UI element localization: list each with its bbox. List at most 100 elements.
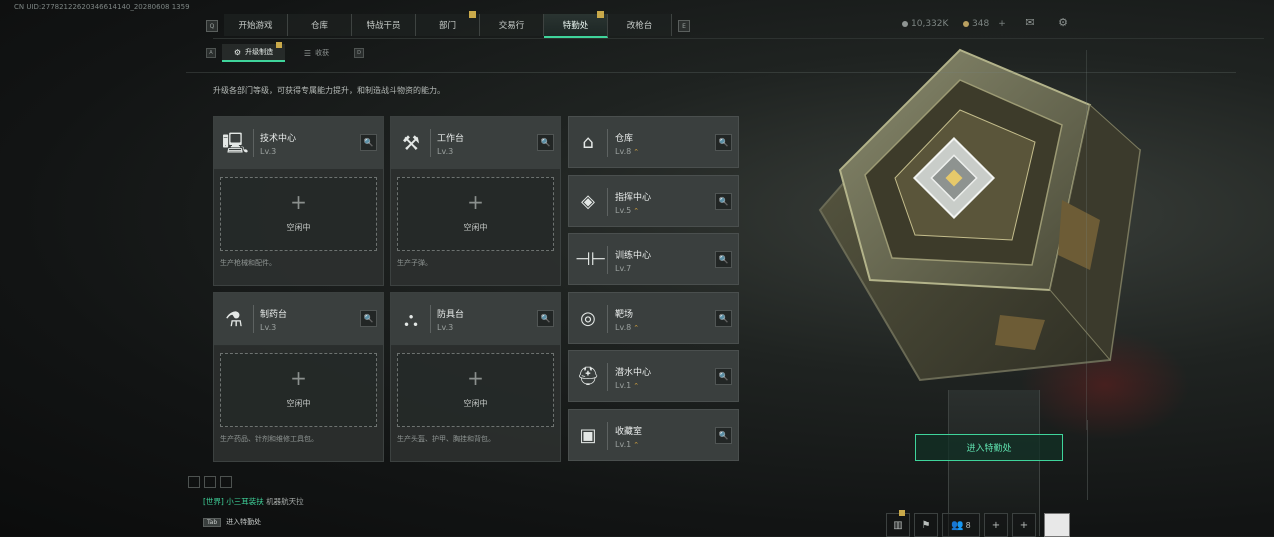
sub-nav: A ⚙ 升级制造 ☰ 收获 D (200, 42, 370, 62)
search-icon[interactable]: 🔍 (715, 310, 732, 327)
mail-icon[interactable]: ✉ (1024, 17, 1036, 28)
ticket-amount: 348 (972, 19, 990, 29)
facility-level: Lv.7 (615, 264, 632, 273)
tab-label: 部门 (438, 21, 456, 31)
station-name: 工作台 (437, 134, 465, 144)
tab-hint-label: 进入特勤处 (226, 518, 262, 526)
subnav-key-right[interactable]: D (354, 48, 364, 58)
station-card-workbench[interactable]: ⚒ 工作台 Lv.3 🔍 + 空闲中 生产子弹。 (390, 116, 561, 286)
production-slot[interactable]: + 空闲中 (397, 177, 554, 251)
tab-0[interactable]: 开始游戏 (224, 14, 288, 36)
chat-text: 机器航天拉 (266, 497, 304, 506)
armor-icon: ⛬ (404, 307, 418, 331)
add-icon: + (290, 366, 307, 390)
production-slot[interactable]: + 空闲中 (220, 353, 377, 427)
station-produces: 生产药品、针剂和维修工具包。 (220, 435, 318, 443)
upgrade-arrow-icon: ⌃ (633, 148, 640, 156)
facility-name: 训练中心 (615, 251, 652, 261)
slot-status: 空闲中 (463, 399, 488, 408)
facility-dive[interactable]: ⛑ 潜水中心 Lv.1 ⌃ 🔍 (568, 350, 739, 402)
add-currency-button[interactable]: + (998, 19, 1006, 29)
guide-line (186, 72, 1236, 73)
plus-icon: + (991, 519, 1001, 531)
station-name: 防具台 (437, 310, 465, 320)
station-produces: 生产子弹。 (397, 259, 432, 267)
divider (607, 188, 608, 216)
tab-6[interactable]: 改枪台 (608, 14, 672, 36)
nav-key-right[interactable]: E (678, 20, 690, 32)
tab-label: 特战干员 (366, 21, 401, 31)
avatar[interactable] (1044, 513, 1070, 537)
coin-amount: 10,332K (911, 19, 949, 29)
tab-upgrade-craft[interactable]: ⚙ 升级制造 (222, 42, 285, 62)
station-level: Lv.3 (437, 323, 454, 332)
search-icon[interactable]: 🔍 (715, 251, 732, 268)
facility-warehouse[interactable]: ⌂ 仓库 Lv.8 ⌃ 🔍 (568, 116, 739, 168)
search-icon[interactable]: 🔍 (360, 310, 377, 327)
chat-controls (188, 476, 232, 488)
production-slot[interactable]: + 空闲中 (220, 177, 377, 251)
facility-command[interactable]: ◈ 指挥中心 Lv.5 ⌃ 🔍 (568, 175, 739, 227)
add-friend-button[interactable]: + (984, 513, 1008, 537)
flag-button[interactable]: ⚑ (914, 513, 938, 537)
facility-range[interactable]: ◎ 靶场 Lv.8 ⌃ 🔍 (568, 292, 739, 344)
search-icon[interactable]: 🔍 (537, 310, 554, 327)
coin-icon (902, 21, 908, 27)
upgrade-arrow-icon: ⌃ (633, 382, 640, 390)
upgrade-arrow-icon: ⌃ (633, 324, 640, 332)
notification-badge (597, 11, 604, 18)
station-card-armor[interactable]: ⛬ 防具台 Lv.3 🔍 + 空闲中 生产头盔、护甲、胸挂和背包。 (390, 292, 561, 462)
station-card-pharmacy[interactable]: ⚗ 制药台 Lv.3 🔍 + 空闲中 生产药品、针剂和维修工具包。 (213, 292, 384, 462)
top-nav: Q 开始游戏 仓库 特战干员 部门 交易行 特勤处 改枪台 E (200, 11, 696, 38)
facility-name: 收藏室 (615, 427, 643, 437)
cube-illustration (818, 48, 1142, 382)
tab-harvest[interactable]: ☰ 收获 (285, 45, 348, 61)
facility-level-row: Lv.7 (615, 264, 631, 273)
divider (430, 129, 431, 157)
tab-3[interactable]: 部门 (416, 11, 480, 36)
warehouse-icon: ⌂ (582, 132, 594, 153)
facility-collection[interactable]: ▣ 收藏室 Lv.1 ⌃ 🔍 (568, 409, 739, 461)
uid-label: CN UID:27782122620346614140_20280608 135… (14, 3, 190, 11)
chat-toggle[interactable] (204, 476, 216, 488)
divider (253, 129, 254, 157)
search-icon[interactable]: 🔍 (715, 134, 732, 151)
search-icon[interactable]: 🔍 (715, 368, 732, 385)
invite-button[interactable]: + (1012, 513, 1036, 537)
plus-icon: + (1019, 519, 1029, 531)
tab-5[interactable]: 特勤处 (544, 11, 608, 38)
chat-message[interactable]: [世界] 小三耳装扶 机器航天拉 (203, 496, 304, 507)
chat-toggle[interactable] (220, 476, 232, 488)
production-slot[interactable]: + 空闲中 (397, 353, 554, 427)
key-hint: Tab (203, 517, 222, 527)
subnav-key-left[interactable]: A (206, 48, 216, 58)
tab-1[interactable]: 仓库 (288, 14, 352, 36)
tab-2[interactable]: 特战干员 (352, 14, 416, 36)
search-icon[interactable]: 🔍 (360, 134, 377, 151)
slot-status: 空闲中 (463, 223, 488, 232)
enter-special-ops-button[interactable]: 进入特勤处 (915, 434, 1063, 461)
computer-icon: 🖳 (222, 131, 249, 155)
slot-status: 空闲中 (286, 399, 311, 408)
facility-name: 潜水中心 (615, 368, 652, 378)
friends-button[interactable]: 👥 8 (942, 513, 980, 537)
stats-button[interactable]: ▥ (886, 510, 910, 537)
divider (607, 305, 608, 333)
friends-count: 8 (965, 520, 971, 530)
notification-badge (899, 510, 905, 516)
search-icon[interactable]: 🔍 (715, 193, 732, 210)
search-icon[interactable]: 🔍 (715, 427, 732, 444)
tab-4[interactable]: 交易行 (480, 14, 544, 36)
gear-icon[interactable]: ⚙ (1057, 17, 1069, 28)
friends-icon: 👥 (951, 519, 964, 531)
chat-toggle[interactable] (188, 476, 200, 488)
tab-hint[interactable]: Tab 进入特勤处 (203, 517, 261, 527)
search-icon[interactable]: 🔍 (537, 134, 554, 151)
divider (607, 129, 608, 157)
station-card-tech[interactable]: 🖳 技术中心 Lv.3 🔍 + 空闲中 生产枪械和配件。 (213, 116, 384, 286)
notification-badge (469, 11, 476, 18)
facility-level: Lv.8 (615, 323, 632, 332)
nav-key-left[interactable]: Q (206, 20, 218, 32)
card-header: ⚒ 工作台 Lv.3 🔍 (391, 117, 560, 170)
facility-training[interactable]: ⊣⊢ 训练中心 Lv.7 🔍 (568, 233, 739, 285)
